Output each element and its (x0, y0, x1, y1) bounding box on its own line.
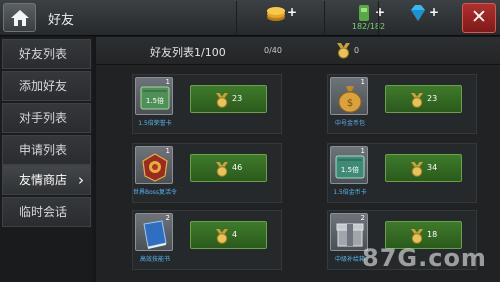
friendship-medal-icon (411, 162, 423, 177)
sidebar-item-friendship-shop[interactable]: 友情商店 › (2, 165, 91, 195)
friend-limit-count: 0/40 (264, 46, 282, 55)
friend-list-count-title: 好友列表1/100 (150, 46, 226, 59)
shop-item-card: 1 世界Boss复活令 46 (132, 143, 282, 203)
svg-text:$: $ (347, 98, 353, 109)
item-price: 4 (232, 230, 238, 239)
sidebar-item-request-list[interactable]: 申请列表 (2, 135, 91, 165)
item-price: 34 (427, 163, 438, 172)
shop-item-card: 2 高效技能书 4 (132, 210, 282, 270)
item-quantity: 1 (360, 78, 365, 86)
add-gold-button[interactable]: + (287, 5, 297, 19)
honor-card-icon: 1.5倍 (140, 86, 170, 110)
sidebar-item-temp-chat[interactable]: 临时会话 (2, 197, 91, 227)
friendship-medal-icon (216, 162, 228, 177)
item-name: 世界Boss复活令 (132, 189, 178, 196)
boss-revive-token-icon (142, 153, 168, 182)
sidebar-item-rival-list[interactable]: 对手列表 (2, 103, 91, 133)
card-multiplier: 1.5倍 (341, 165, 359, 174)
page-title: 好友 (48, 13, 75, 28)
gold-coins-icon (267, 7, 285, 21)
item-quantity: 2 (360, 214, 365, 222)
item-price: 23 (427, 94, 438, 103)
item-name: 中号金币包 (334, 120, 365, 127)
shop-item-card: 1.5倍 1 1.5倍荣誉卡 23 (132, 74, 282, 134)
item-slot[interactable]: 1.5倍 1 (330, 146, 368, 184)
item-name: 1.5倍荣誉卡 (138, 120, 172, 127)
exchange-button[interactable]: 46 (190, 154, 267, 182)
item-slot[interactable]: 1.5倍 1 (135, 77, 173, 115)
exchange-button[interactable]: 23 (385, 85, 462, 113)
exchange-button[interactable]: 23 (190, 85, 267, 113)
friendship-medal-icon (216, 229, 228, 244)
coin-bag-icon: $ (338, 86, 362, 113)
item-name: 高效技能书 (139, 256, 170, 263)
close-button[interactable]: ✕ (462, 3, 496, 33)
chevron-right-icon: › (78, 171, 84, 189)
shop-item-card: $ 1 中号金币包 23 (327, 74, 477, 134)
item-price: 18 (427, 230, 438, 239)
item-slot[interactable]: 1 (135, 146, 173, 184)
diamond-icon (411, 5, 425, 21)
add-diamond-button[interactable]: + (429, 5, 439, 19)
supply-box-icon (336, 223, 364, 247)
friendship-medal-icon (411, 229, 423, 244)
exchange-button[interactable]: 4 (190, 221, 267, 249)
item-quantity: 2 (165, 214, 170, 222)
sidebar-item-friend-list[interactable]: 好友列表 (2, 39, 91, 69)
stamina-bottle-icon (359, 5, 369, 21)
sidebar-item-label: 友情商店 (19, 173, 68, 187)
shop-item-card: 1.5倍 1 1.5倍金币卡 34 (327, 143, 477, 203)
sidebar-item-label: 好友列表 (19, 47, 68, 61)
friendship-medal-icon (216, 93, 228, 108)
sidebar-item-label: 申请列表 (19, 143, 68, 157)
close-icon: ✕ (471, 6, 487, 28)
gold-resource[interactable]: + (236, 1, 324, 35)
home-button[interactable] (3, 3, 36, 32)
sidebar: 好友列表 添加好友 对手列表 申请列表 友情商店 › 临时会话 (0, 37, 93, 282)
item-quantity: 1 (360, 147, 365, 155)
sidebar-item-label: 临时会话 (19, 205, 68, 219)
item-quantity: 1 (165, 78, 170, 86)
home-icon (10, 9, 29, 26)
item-slot[interactable]: $ 1 (330, 77, 368, 115)
friendship-medal-icon (337, 43, 350, 59)
item-price: 23 (232, 94, 243, 103)
sidebar-item-label: 对手列表 (19, 111, 68, 125)
diamond-resource[interactable]: + (378, 1, 464, 35)
friendship-medal-icon (411, 93, 423, 108)
item-name: 1.5倍金币卡 (333, 189, 367, 196)
friendship-points: 0 (354, 46, 360, 55)
sidebar-item-label: 添加好友 (19, 79, 68, 93)
card-multiplier: 1.5倍 (146, 96, 164, 105)
skill-book-icon (143, 220, 167, 249)
item-quantity: 1 (165, 147, 170, 155)
gold-card-icon: 1.5倍 (335, 155, 365, 179)
site-watermark: 87G.com (362, 244, 487, 272)
item-slot[interactable]: 2 (135, 213, 173, 251)
list-header: 好友列表1/100 0/40 0 (96, 37, 500, 65)
top-bar: 好友 + + 182/182 + ✕ (0, 0, 500, 36)
sidebar-item-add-friend[interactable]: 添加好友 (2, 71, 91, 101)
item-price: 46 (232, 163, 243, 172)
exchange-button[interactable]: 34 (385, 154, 462, 182)
